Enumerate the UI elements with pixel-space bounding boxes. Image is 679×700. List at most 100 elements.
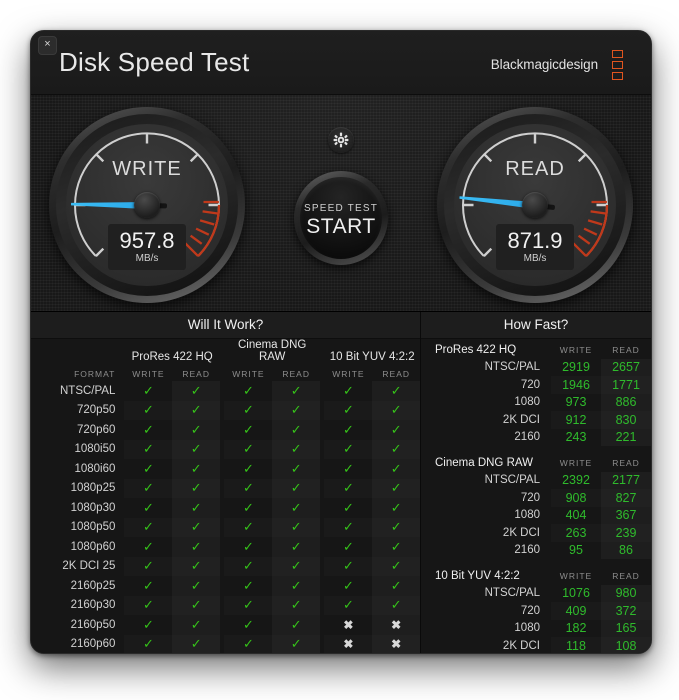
check-icon: ✓ xyxy=(142,519,154,535)
sub-header-row: FORMAT WRITE READ WRITE READ WRITE READ xyxy=(31,364,420,381)
write-speed-value: 263 xyxy=(565,525,587,540)
check-icon: ✓ xyxy=(142,421,154,437)
format-label: 1080 xyxy=(514,622,540,635)
format-col-spacer xyxy=(31,339,124,364)
gear-icon[interactable] xyxy=(328,127,354,153)
read-speed-value: 980 xyxy=(601,585,651,603)
write-unit: MB/s xyxy=(135,253,159,264)
read-column-header: READ xyxy=(612,457,640,468)
start-button-label: START xyxy=(306,215,376,238)
read-speed-value: 221 xyxy=(601,429,651,447)
write-column-header: WRITE xyxy=(559,457,593,468)
check-icon: ✓ xyxy=(372,478,420,498)
yuv-write-header: WRITE xyxy=(332,369,365,379)
check-icon: ✓ xyxy=(142,382,154,398)
table-row: 1080p60 ✓ ✓ ✓ ✓ ✓ ✓ xyxy=(31,537,420,557)
brand-name: Blackmagicdesign xyxy=(490,57,598,72)
write-speed-value: 1076 xyxy=(562,586,590,601)
will-it-work-panel: Will It Work? ProRes 422 HQ Cinema DNG R… xyxy=(31,312,420,653)
format-label: 1080 xyxy=(514,509,540,522)
speed-test-start-button[interactable]: SPEED TEST START xyxy=(294,171,388,265)
format-label: NTSC/PAL xyxy=(59,384,116,397)
read-speed-value: 86 xyxy=(601,542,651,560)
table-row: 2160p30 ✓ ✓ ✓ ✓ ✓ ✓ xyxy=(31,595,420,615)
check-icon: ✓ xyxy=(172,381,220,401)
table-row: 2K DCI 912 830 xyxy=(421,411,651,429)
group-header-dng: Cinema DNG RAW xyxy=(237,339,307,363)
check-icon: ✓ xyxy=(172,420,220,440)
format-label: 2K DCI 25 xyxy=(62,560,116,573)
cross-icon: ✖ xyxy=(343,637,354,652)
title-bar: Disk Speed Test Blackmagicdesign xyxy=(31,31,651,95)
check-icon: ✓ xyxy=(372,498,420,518)
cross-icon: ✖ xyxy=(343,617,354,632)
check-icon: ✓ xyxy=(272,420,320,440)
check-icon: ✓ xyxy=(372,420,420,440)
read-speed-value: 827 xyxy=(601,489,651,507)
write-needle-hub xyxy=(134,192,160,218)
format-label: 2160 xyxy=(514,544,540,557)
blackmagic-logo-icon xyxy=(612,50,625,80)
check-icon: ✓ xyxy=(272,634,320,653)
check-icon: ✓ xyxy=(342,460,354,476)
check-icon: ✓ xyxy=(172,400,220,420)
write-column-header: WRITE xyxy=(559,344,593,355)
will-it-work-header: Will It Work? xyxy=(31,312,420,339)
format-label: NTSC/PAL xyxy=(484,587,540,600)
check-icon: ✓ xyxy=(242,480,254,496)
read-speed-value: 830 xyxy=(601,411,651,429)
check-icon: ✓ xyxy=(242,616,254,632)
check-icon: ✓ xyxy=(272,595,320,615)
check-icon: ✓ xyxy=(272,517,320,537)
table-row: 1080p50 ✓ ✓ ✓ ✓ ✓ ✓ xyxy=(31,517,420,537)
table-row: NTSC/PAL ✓ ✓ ✓ ✓ ✓ ✓ xyxy=(31,381,420,401)
write-speed-value: 404 xyxy=(565,508,587,523)
results-area: Will It Work? ProRes 422 HQ Cinema DNG R… xyxy=(31,312,651,653)
check-icon: ✓ xyxy=(172,439,220,459)
check-icon: ✓ xyxy=(172,459,220,479)
check-icon: ✓ xyxy=(342,421,354,437)
check-icon: ✓ xyxy=(172,517,220,537)
check-icon: ✓ xyxy=(142,499,154,515)
read-speed-value: 372 xyxy=(601,602,651,620)
format-label: 1080i50 xyxy=(74,443,116,456)
write-speed-value: 243 xyxy=(565,430,587,445)
check-icon: ✓ xyxy=(272,615,320,635)
table-row: 720 908 827 xyxy=(421,489,651,507)
check-icon: ✓ xyxy=(172,478,220,498)
table-row: 2160p60 ✓ ✓ ✓ ✓ ✖ ✖ xyxy=(31,634,420,653)
check-icon: ✓ xyxy=(142,577,154,593)
table-row: 2160p50 ✓ ✓ ✓ ✓ ✖ ✖ xyxy=(31,615,420,635)
close-icon[interactable]: × xyxy=(38,36,57,55)
start-button-sublabel: SPEED TEST xyxy=(303,203,379,214)
format-label: 2160p30 xyxy=(70,599,116,612)
table-row: 1080p25 ✓ ✓ ✓ ✓ ✓ ✓ xyxy=(31,478,420,498)
section-name: 10 Bit YUV 4:2:2 xyxy=(435,569,520,582)
check-icon: ✓ xyxy=(172,576,220,596)
table-row: 1080i50 ✓ ✓ ✓ ✓ ✓ ✓ xyxy=(31,439,420,459)
check-icon: ✓ xyxy=(142,636,154,652)
dng-write-header: WRITE xyxy=(232,369,265,379)
write-speed-value: 912 xyxy=(565,412,587,427)
format-label: 1080p25 xyxy=(70,482,116,495)
how-fast-header: How Fast? xyxy=(421,312,651,339)
check-icon: ✓ xyxy=(142,558,154,574)
write-gauge: WRITE 957.8 MB/s xyxy=(49,107,245,303)
table-row: 720 1946 1771 xyxy=(421,376,651,394)
check-icon: ✓ xyxy=(372,439,420,459)
format-label: 2K DCI xyxy=(502,413,540,426)
read-speed-value: 165 xyxy=(601,620,651,638)
will-it-work-body: NTSC/PAL ✓ ✓ ✓ ✓ ✓ ✓ 720p50 ✓ ✓ ✓ ✓ ✓ ✓ 720p60 ✓ ✓ ✓ ✓ ✓ ✓ 10… xyxy=(31,381,420,653)
write-speed-value: 409 xyxy=(565,603,587,618)
write-speed-value: 182 xyxy=(565,621,587,636)
check-icon: ✓ xyxy=(342,597,354,613)
prores-read-header: READ xyxy=(182,369,210,379)
check-icon: ✓ xyxy=(172,595,220,615)
section-header-row: Cinema DNG RAW WRITE READ xyxy=(421,454,651,472)
format-column-header: FORMAT xyxy=(74,369,116,379)
table-row: 1080p30 ✓ ✓ ✓ ✓ ✓ ✓ xyxy=(31,498,420,518)
check-icon: ✓ xyxy=(372,576,420,596)
gauge-area: WRITE 957.8 MB/s READ 871.9 MB/s SPEED T… xyxy=(31,95,651,312)
table-row: NTSC/PAL 2392 2177 xyxy=(421,472,651,490)
format-label: 1080p60 xyxy=(70,540,116,553)
